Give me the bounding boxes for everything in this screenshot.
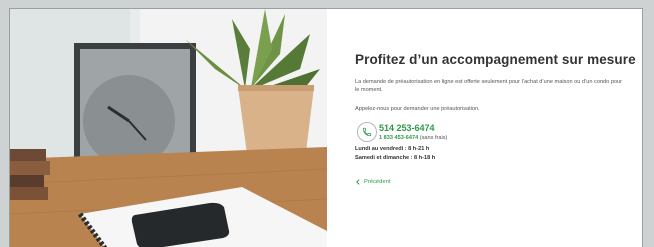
back-link[interactable]: Précédent xyxy=(355,179,390,185)
call-prompt-text: Appelez-nous pour demander une préautori… xyxy=(355,106,480,112)
phone-number-link[interactable]: 514 253-6474 xyxy=(379,123,435,133)
tollfree-note: (sans frais) xyxy=(418,135,448,141)
description-text: La demande de préautorisation en ligne e… xyxy=(355,79,623,94)
phone-icon xyxy=(357,122,377,142)
books-stack xyxy=(10,149,50,200)
content-panel: Profitez d’un accompagnement sur mesure … xyxy=(327,9,642,247)
chevron-left-icon xyxy=(356,179,360,185)
tollfree-number-link[interactable]: 1 833 453-6474 xyxy=(379,135,418,141)
panel-title: Profitez d’un accompagnement sur mesure xyxy=(355,52,636,67)
desk-photo xyxy=(10,9,327,247)
hours-weekend: Samedi et dimanche : 8 h-18 h xyxy=(355,155,436,161)
tollfree-line: 1 833 453-6474 (sans frais) xyxy=(379,135,447,141)
back-link-label: Précédent xyxy=(364,179,391,185)
modal: Profitez d’un accompagnement sur mesure … xyxy=(9,8,643,247)
hours-weekday: Lundi au vendredi : 8 h-21 h xyxy=(355,146,430,152)
